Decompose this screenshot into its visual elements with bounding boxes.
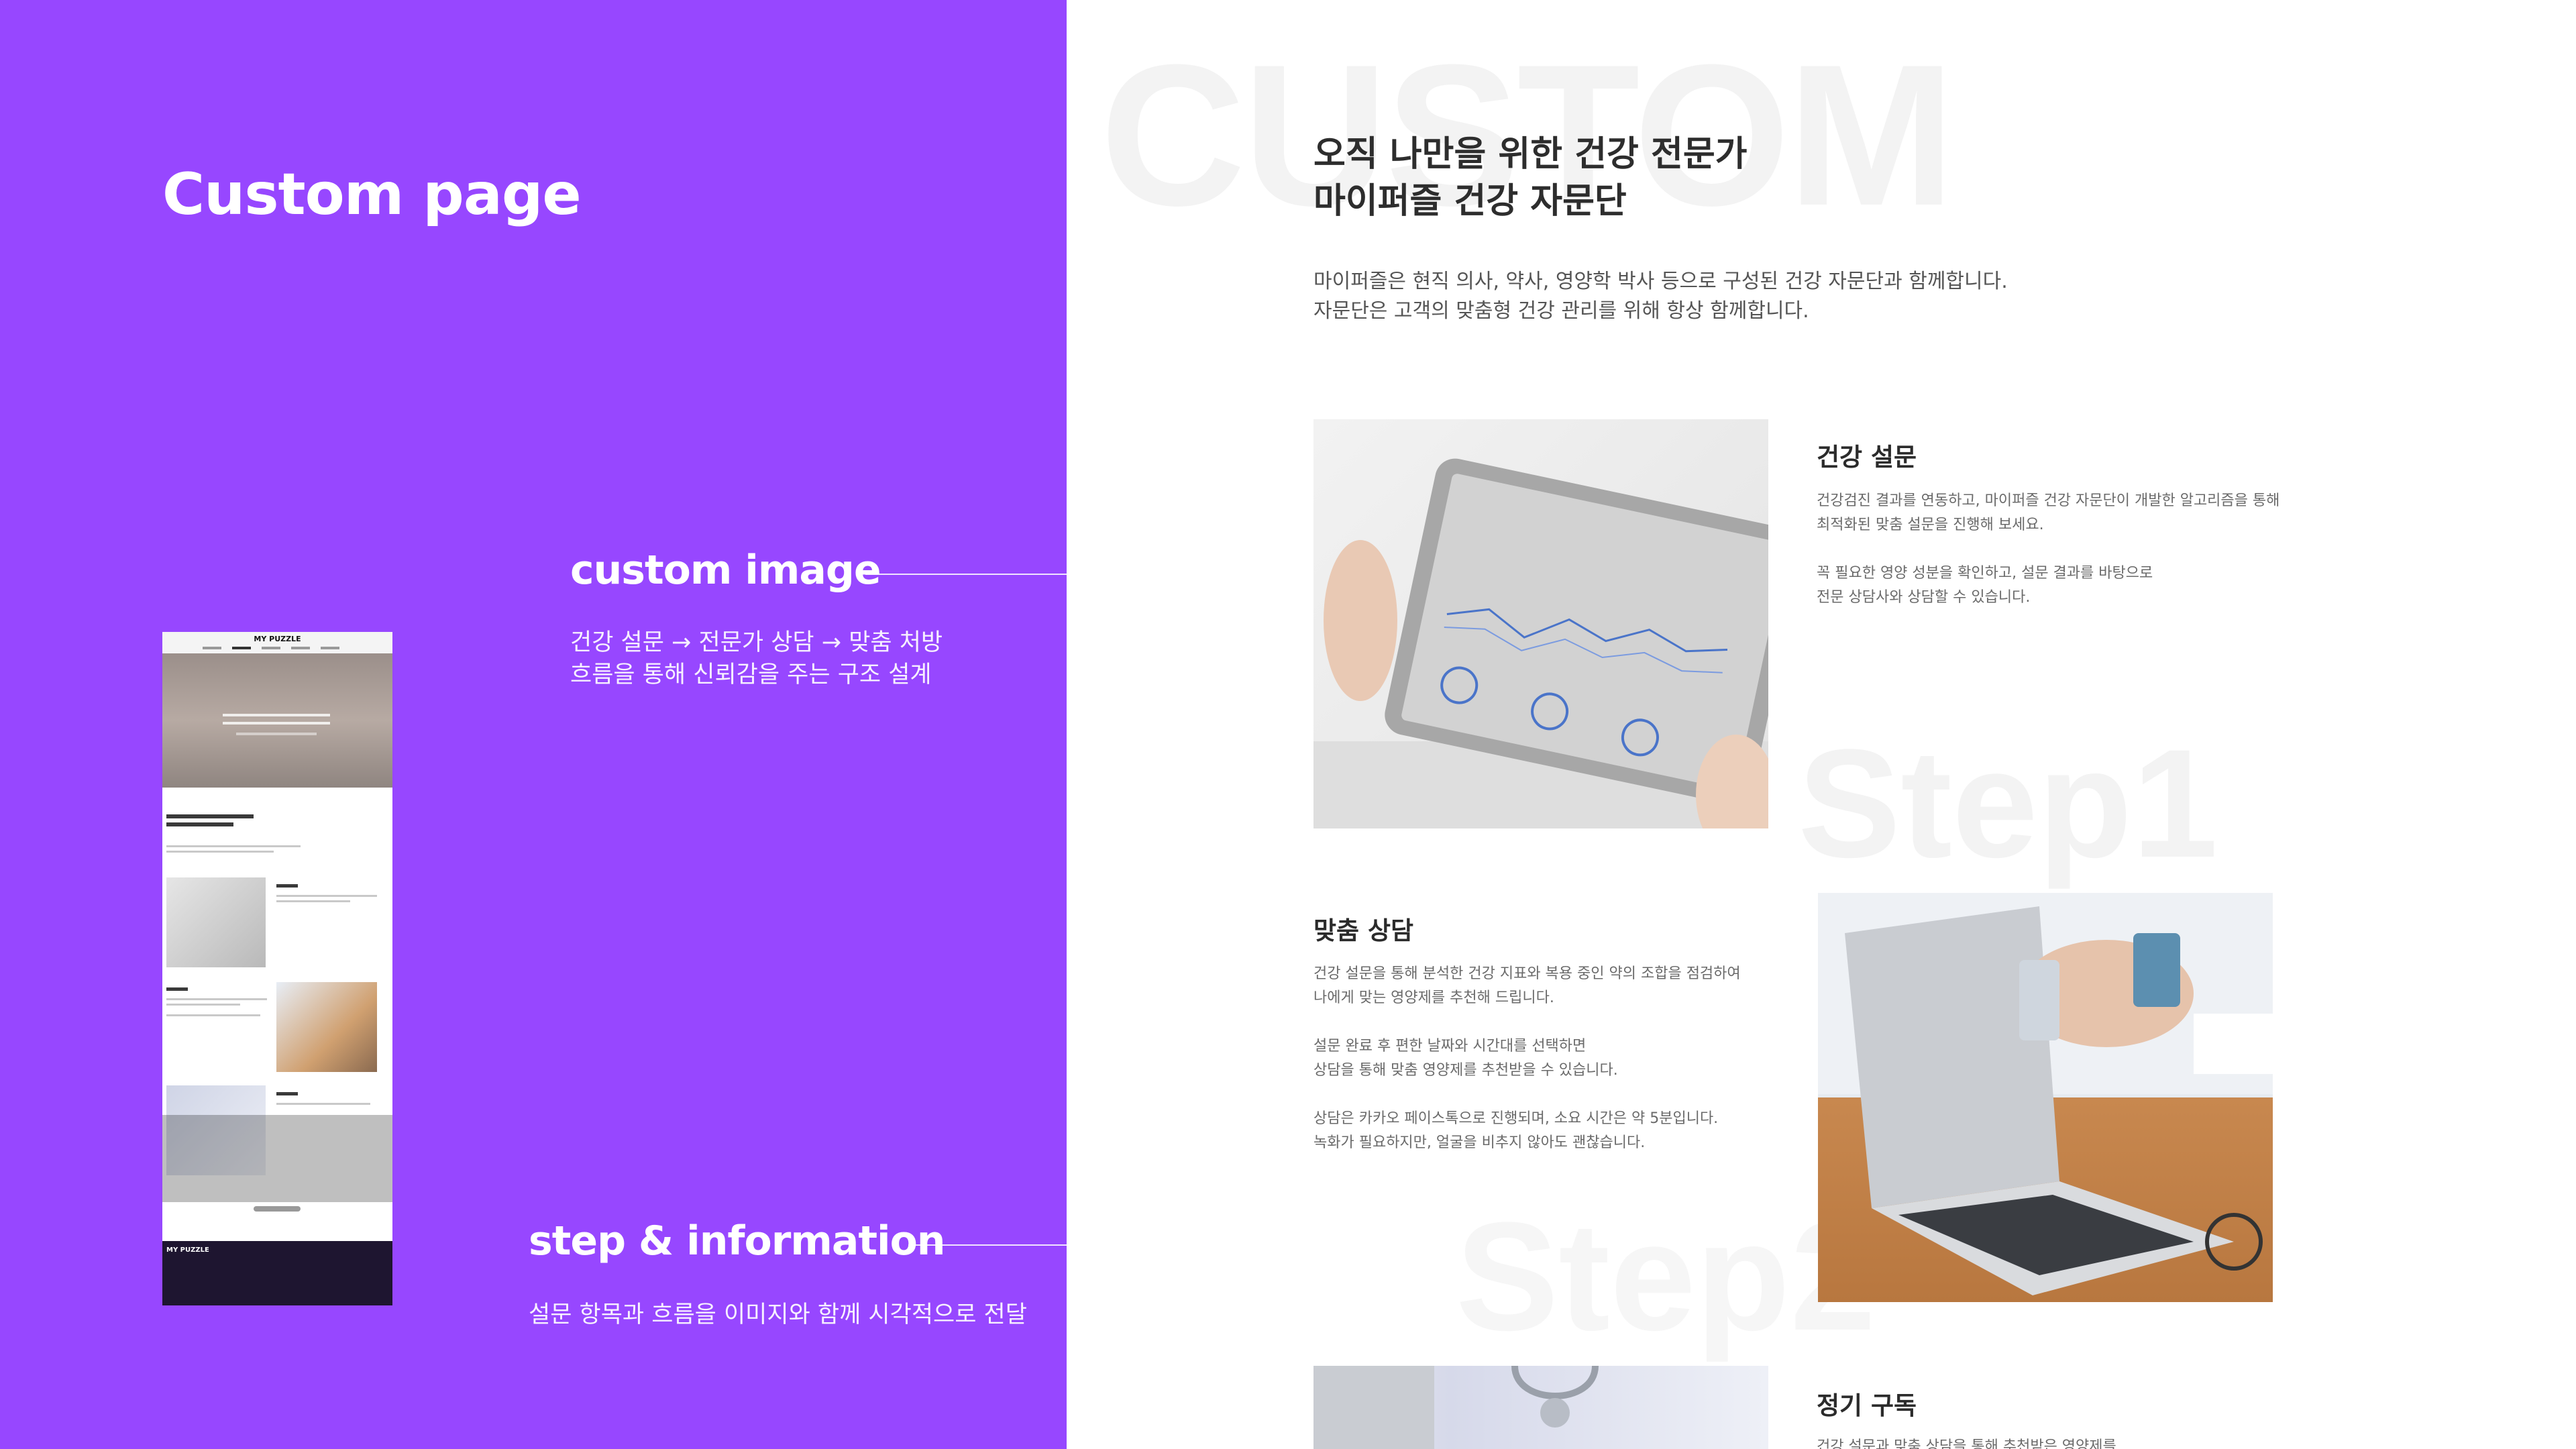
thumb-heading	[166, 822, 233, 826]
thumb-heading	[166, 814, 254, 818]
section-heading-line2: 마이퍼즐 건강 자문단	[1313, 181, 1627, 221]
left-panel: Custom page custom image 건강 설문 → 전문가 상담 …	[0, 0, 1067, 1449]
step-info-desc: 설문 항목과 흐름을 이미지와 함께 시각적으로 전달	[529, 1301, 1027, 1328]
thumb-text	[276, 900, 350, 902]
step2-desc-line: 건강 설문을 통해 분석한 건강 지표와 복용 중인 약의 조합을 점검하여	[1313, 965, 1741, 982]
step1-title: 건강 설문	[1817, 443, 1917, 472]
step-info-connector-line	[908, 1244, 1067, 1246]
section-intro: 마이퍼즐은 현직 의사, 약사, 영양학 박사 등으로 구성된 건강 자문단과 …	[1313, 267, 2008, 326]
step2-desc-line: 설문 완료 후 편한 날짜와 시간대를 선택하면	[1313, 1038, 1587, 1055]
step2-watermark: Step2	[1456, 1190, 1876, 1362]
stethoscope-image	[1313, 1366, 1768, 1449]
step3-title: 정기 구독	[1817, 1391, 1917, 1420]
page-thumbnail: MY PUZZLE MY PUZZLE	[162, 632, 392, 1305]
thumb-menu-item	[262, 647, 280, 649]
section-intro-line1: 마이퍼즐은 현직 의사, 약사, 영양학 박사 등으로 구성된 건강 자문단과 …	[1313, 270, 2008, 293]
thumb-overlay	[162, 1115, 392, 1202]
thumb-menu-item	[232, 647, 251, 649]
step1-desc-line: 최적화된 맞춤 설문을 진행해 보세요.	[1817, 517, 2044, 533]
custom-page-content: CUSTOM Step1 Step2 오직 나만을 위한 건강 전문가 마이퍼즐…	[1067, 0, 2576, 1449]
step-info-label: step & information	[529, 1218, 946, 1265]
thumb-nav: MY PUZZLE	[162, 632, 392, 653]
thumb-logo: MY PUZZLE	[254, 635, 301, 643]
thumb-footer-logo: MY PUZZLE	[166, 1246, 209, 1254]
section-heading: 오직 나만을 위한 건강 전문가 마이퍼즐 건강 자문단	[1313, 131, 1748, 225]
step2-desc-line: 상담을 통해 맞춤 영양제를 추천받을 수 있습니다.	[1313, 1062, 1618, 1079]
thumb-hero-text	[223, 714, 330, 716]
custom-image-desc-line2: 흐름을 통해 신뢰감을 주는 구조 설계	[570, 661, 932, 688]
thumb-button	[254, 1206, 301, 1212]
thumb-text	[166, 845, 301, 847]
thumb-text	[166, 998, 267, 1000]
custom-image-label: custom image	[570, 547, 881, 594]
thumb-step1-image	[166, 877, 266, 967]
thumb-hero-text	[223, 722, 330, 724]
thumb-footer: MY PUZZLE	[162, 1241, 392, 1305]
step1-desc: 건강검진 결과를 연동하고, 마이퍼즐 건강 자문단이 개발한 알고리즘을 통해…	[1817, 489, 2279, 610]
step2-title: 맞춤 상담	[1313, 916, 1414, 945]
step3-desc: 건강 설문과 맞춤 상담을 통해 추천받은 영양제를	[1817, 1435, 2116, 1449]
thumb-menu-item	[291, 647, 310, 649]
thumb-step2-image	[276, 982, 377, 1072]
thumb-text	[276, 1103, 370, 1105]
thumb-hero	[162, 653, 392, 788]
step2-desc: 건강 설문을 통해 분석한 건강 지표와 복용 중인 약의 조합을 점검하여 나…	[1313, 962, 1741, 1155]
stethoscope-illustration	[1313, 1366, 1599, 1449]
thumb-hero-text	[236, 733, 317, 735]
step2-desc-line: 상담은 카카오 페이스톡으로 진행되며, 소요 시간은 약 5분입니다.	[1313, 1110, 1719, 1127]
section-intro-line2: 자문단은 고객의 맞춤형 건강 관리를 위해 항상 함께합니다.	[1313, 299, 1809, 323]
step2-desc-line: 녹화가 필요하지만, 얼굴을 비추지 않아도 괜찮습니다.	[1313, 1134, 1646, 1151]
thumb-step2-title	[166, 987, 188, 991]
thumb-text	[276, 895, 377, 897]
step3-desc-line: 건강 설문과 맞춤 상담을 통해 추천받은 영양제를	[1817, 1438, 2116, 1449]
step1-watermark: Step1	[1798, 717, 2218, 890]
step1-desc-line: 건강검진 결과를 연동하고, 마이퍼즐 건강 자문단이 개발한 알고리즘을 통해	[1817, 492, 2280, 509]
thumb-text	[166, 1014, 260, 1016]
laptop-pills-image	[1818, 893, 2273, 1302]
tablet-report-image	[1313, 419, 1768, 828]
laptop-pills-illustration	[1818, 893, 2273, 1295]
step2-desc-spacer	[1313, 1010, 1741, 1034]
section-heading-line1: 오직 나만을 위한 건강 전문가	[1313, 134, 1748, 174]
step1-desc-line: 전문 상담사와 상담할 수 있습니다.	[1817, 589, 2031, 606]
step1-desc-line: 꼭 필요한 영양 성분을 확인하고, 설문 결과를 바탕으로	[1817, 565, 2153, 582]
custom-image-connector-line	[865, 574, 1067, 575]
step2-desc-line: 나에게 맞는 영양제를 추천해 드립니다.	[1313, 989, 1554, 1006]
step1-desc-spacer	[1817, 537, 2279, 561]
thumb-text	[166, 851, 274, 853]
thumb-menu-item	[203, 647, 221, 649]
thumb-step3-title	[276, 1092, 298, 1095]
thumb-menu-item	[321, 647, 339, 649]
page-title: Custom page	[162, 161, 582, 228]
thumb-step1-title	[276, 884, 298, 888]
custom-image-desc-line1: 건강 설문 → 전문가 상담 → 맞춤 처방	[570, 629, 943, 656]
step2-desc-spacer	[1313, 1083, 1741, 1107]
tablet-report-illustration	[1313, 458, 1768, 828]
thumb-text	[166, 1004, 240, 1006]
